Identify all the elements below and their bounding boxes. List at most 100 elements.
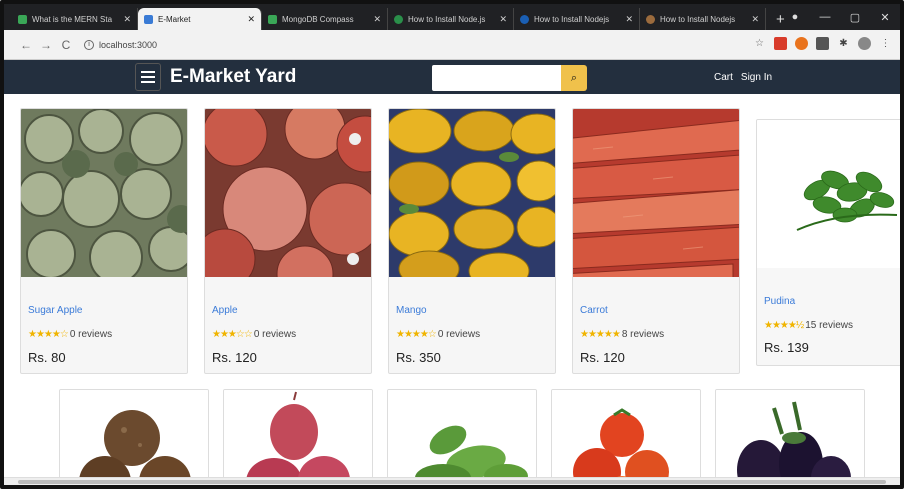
search-form: ⌕ [432, 65, 587, 91]
menu-dots-icon[interactable]: ⋮ [879, 37, 892, 50]
tab-favicon-icon [394, 14, 403, 24]
product-card[interactable] [387, 389, 537, 489]
tab-emarket[interactable]: E-Market ✕ [138, 8, 262, 30]
product-rating: ★★★★☆ 0 reviews [28, 329, 112, 340]
review-count: 15 reviews [805, 320, 854, 331]
window-controls: ● — ▢ ✕ [780, 4, 900, 30]
tab-node-3[interactable]: How to Install Nodejs ✕ [640, 8, 766, 30]
close-tab-icon[interactable]: ✕ [625, 14, 633, 25]
maximize-button[interactable]: ▢ [840, 11, 870, 24]
avatar[interactable] [858, 37, 871, 50]
close-tab-icon[interactable]: ✕ [247, 14, 255, 25]
cart-link[interactable]: Cart [714, 72, 733, 83]
close-tab-icon[interactable]: ✕ [123, 14, 131, 25]
review-count: 0 reviews [253, 329, 297, 340]
extension-screen-icon[interactable] [816, 37, 829, 50]
product-image-onion[interactable] [224, 390, 373, 489]
reload-icon[interactable]: C [56, 38, 76, 52]
star-icon[interactable]: ☆ [753, 37, 766, 50]
product-price: Rs. 120 [212, 350, 257, 365]
product-name[interactable]: Apple [212, 305, 238, 316]
product-rating: ★★★★½ 15 reviews [764, 320, 853, 331]
product-rating: ★★★★☆ 0 reviews [396, 329, 480, 340]
tab-favicon-icon [18, 14, 27, 24]
minimize-button[interactable]: — [810, 11, 840, 23]
product-image-mango[interactable] [389, 109, 556, 277]
tab-favicon-icon [144, 14, 153, 24]
forward-icon[interactable]: → [36, 38, 56, 52]
signin-link[interactable]: Sign In [741, 72, 772, 83]
tab-strip: What is the MERN Sta ✕ E-Market ✕ MongoD… [4, 4, 900, 30]
tab-title: How to Install Node.js [408, 14, 486, 24]
back-icon[interactable]: ← [16, 38, 36, 52]
product-price: Rs. 350 [396, 350, 441, 365]
product-image-apple[interactable] [205, 109, 372, 277]
rating-stars: ★★★★★ [580, 329, 621, 340]
tab-title: E-Market [158, 14, 191, 24]
product-image-brinjal[interactable] [716, 390, 865, 489]
extension-red-icon[interactable] [774, 37, 787, 50]
product-price: Rs. 120 [580, 350, 625, 365]
product-image-carrot[interactable] [573, 109, 740, 277]
product-card[interactable]: Pudina ★★★★½ 15 reviews Rs. 139 [756, 119, 904, 366]
product-price: Rs. 139 [764, 340, 809, 355]
rating-stars: ★★★★½ [764, 320, 804, 331]
product-card[interactable] [59, 389, 209, 489]
tab-mongodb[interactable]: MongoDB Compass ✕ [262, 8, 388, 30]
tab-favicon-icon [520, 14, 529, 24]
close-tab-icon[interactable]: ✕ [373, 14, 381, 25]
tab-node-2[interactable]: How to Install Nodejs ✕ [514, 8, 640, 30]
review-count: 8 reviews [621, 329, 665, 340]
close-tab-icon[interactable]: ✕ [499, 14, 507, 25]
tab-favicon-icon [646, 14, 655, 24]
product-name[interactable]: Mango [396, 305, 427, 316]
product-grid: Sugar Apple ★★★★☆ 0 reviews Rs. 80 Apple [20, 108, 904, 374]
url-text: localhost:3000 [99, 39, 158, 50]
extension-toolbar: ☆ ✱ ⋮ [753, 37, 892, 50]
extension-orange-icon[interactable] [795, 37, 808, 50]
close-window-button[interactable]: ✕ [870, 11, 900, 24]
tab-title: How to Install Nodejs [660, 14, 736, 24]
product-rating: ★★★☆☆ 0 reviews [212, 329, 296, 340]
puzzle-icon[interactable]: ✱ [837, 37, 850, 50]
product-name[interactable]: Carrot [580, 305, 608, 316]
close-tab-icon[interactable]: ✕ [751, 14, 759, 25]
info-icon[interactable]: i [84, 39, 94, 50]
tab-node-1[interactable]: How to Install Node.js ✕ [388, 8, 514, 30]
rating-stars: ★★★☆☆ [212, 329, 253, 340]
tab-title: MongoDB Compass [282, 14, 354, 24]
horizontal-scrollbar[interactable] [4, 477, 900, 485]
product-image-sugar-apple[interactable] [21, 109, 188, 277]
url-field[interactable]: i localhost:3000 [84, 39, 158, 50]
product-card[interactable]: Mango ★★★★☆ 0 reviews Rs. 350 [388, 108, 556, 374]
product-image-pudina[interactable] [757, 120, 904, 268]
rating-stars: ★★★★☆ [396, 329, 437, 340]
product-name[interactable]: Pudina [764, 296, 795, 307]
product-image-tomato[interactable] [552, 390, 701, 489]
search-input[interactable] [432, 65, 561, 91]
product-card[interactable]: Sugar Apple ★★★★☆ 0 reviews Rs. 80 [20, 108, 188, 374]
address-bar: ← → C i localhost:3000 ☆ ✱ ⋮ [4, 30, 900, 60]
tab-title: What is the MERN Sta [32, 14, 113, 24]
product-card[interactable] [223, 389, 373, 489]
search-icon: ⌕ [570, 71, 578, 84]
product-card[interactable]: Carrot ★★★★★ 8 reviews Rs. 120 [572, 108, 740, 374]
product-grid-row-2 [59, 389, 865, 489]
brand-logo[interactable]: E-Market Yard [170, 66, 296, 88]
scrollbar-thumb[interactable] [18, 480, 886, 484]
product-name[interactable]: Sugar Apple [28, 305, 83, 316]
tab-mern[interactable]: What is the MERN Sta ✕ [12, 8, 138, 30]
product-rating: ★★★★★ 8 reviews [580, 329, 664, 340]
product-card[interactable]: Apple ★★★☆☆ 0 reviews Rs. 120 [204, 108, 372, 374]
product-card[interactable] [715, 389, 865, 489]
product-image-cucumber[interactable] [388, 390, 537, 489]
product-image-beetroot[interactable] [60, 390, 209, 489]
product-price: Rs. 80 [28, 350, 66, 365]
search-button[interactable]: ⌕ [561, 65, 587, 91]
review-count: 0 reviews [437, 329, 481, 340]
header-nav: Cart Sign In [714, 72, 772, 83]
hamburger-menu-icon[interactable] [135, 63, 161, 91]
browser-window: What is the MERN Sta ✕ E-Market ✕ MongoD… [0, 0, 904, 489]
profile-icon[interactable]: ● [780, 11, 810, 23]
product-card[interactable] [551, 389, 701, 489]
